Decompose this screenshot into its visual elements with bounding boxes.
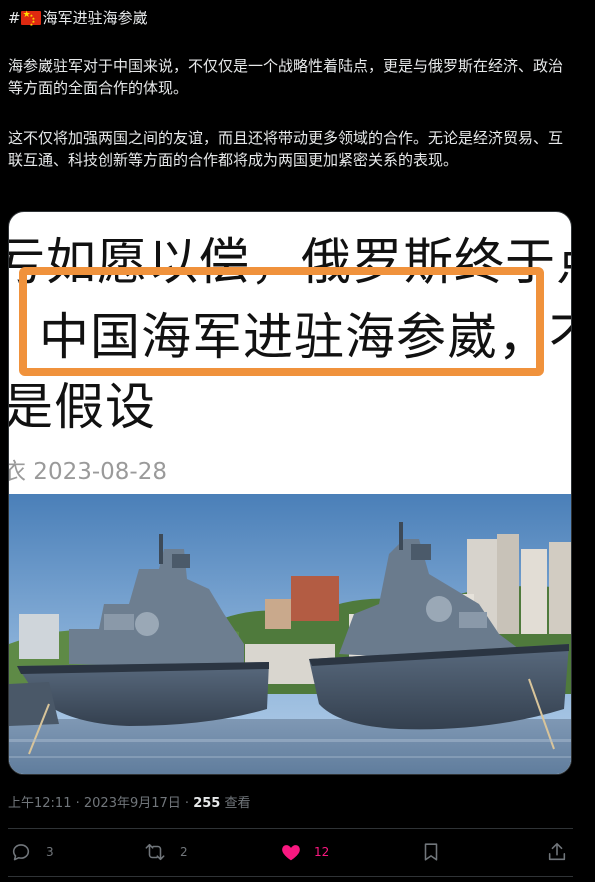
views-label: 查看: [220, 796, 251, 811]
headline-highlight-box: [19, 267, 544, 376]
share-icon: [548, 842, 566, 861]
tweet-time[interactable]: 上午12:11: [8, 796, 71, 811]
reply-count: 3: [46, 845, 54, 859]
warships-photo: [9, 494, 571, 774]
reply-button[interactable]: 3: [10, 838, 54, 866]
tweet-paragraph-2: 这不仅将加强两国之间的友谊，而且还将带动更多领域的合作。无论是经济贸易、互联互通…: [8, 129, 564, 169]
bookmark-button[interactable]: [420, 838, 442, 866]
hashtag-symbol: #: [8, 9, 21, 27]
tweet-date[interactable]: 2023年9月17日: [84, 796, 181, 811]
share-button[interactable]: [546, 838, 568, 866]
bookmark-icon: [424, 843, 438, 861]
heart-icon: [282, 845, 300, 861]
divider: [8, 828, 573, 829]
tweet-image[interactable]: 亏如愿以偿，俄罗斯终于点 中国海军进驻海参崴，不 是假设 衣 2023-08-2…: [8, 211, 572, 775]
meta-separator: ·: [180, 796, 194, 811]
image-date: 衣 2023-08-28: [8, 459, 167, 485]
retweet-icon: [145, 843, 165, 861]
like-count: 12: [314, 845, 330, 859]
hashtag-text: 海军进驻海参崴: [42, 9, 148, 27]
views-count: 255: [193, 796, 221, 811]
action-bar: 3 2 12: [8, 838, 573, 866]
retweet-count: 2: [180, 845, 188, 859]
retweet-button[interactable]: 2: [144, 838, 188, 866]
reply-icon: [12, 844, 30, 861]
divider: [8, 876, 573, 877]
image-headline-line-3: 是假设: [8, 378, 156, 436]
like-button[interactable]: 12: [280, 838, 329, 866]
hashtag-line[interactable]: # ★ ★ ★ ★ ★ 海军进驻海参崴: [8, 8, 148, 28]
china-flag-icon: ★ ★ ★ ★ ★: [20, 10, 41, 27]
meta-separator: ·: [71, 796, 84, 811]
tweet-paragraph-1: 海参崴驻军对于中国来说，不仅仅是一个战略性着陆点，更是与俄罗斯在经济、政治等方面…: [8, 57, 564, 97]
tweet-meta: 上午12:11 · 2023年9月17日 · 255 查看: [8, 792, 250, 811]
